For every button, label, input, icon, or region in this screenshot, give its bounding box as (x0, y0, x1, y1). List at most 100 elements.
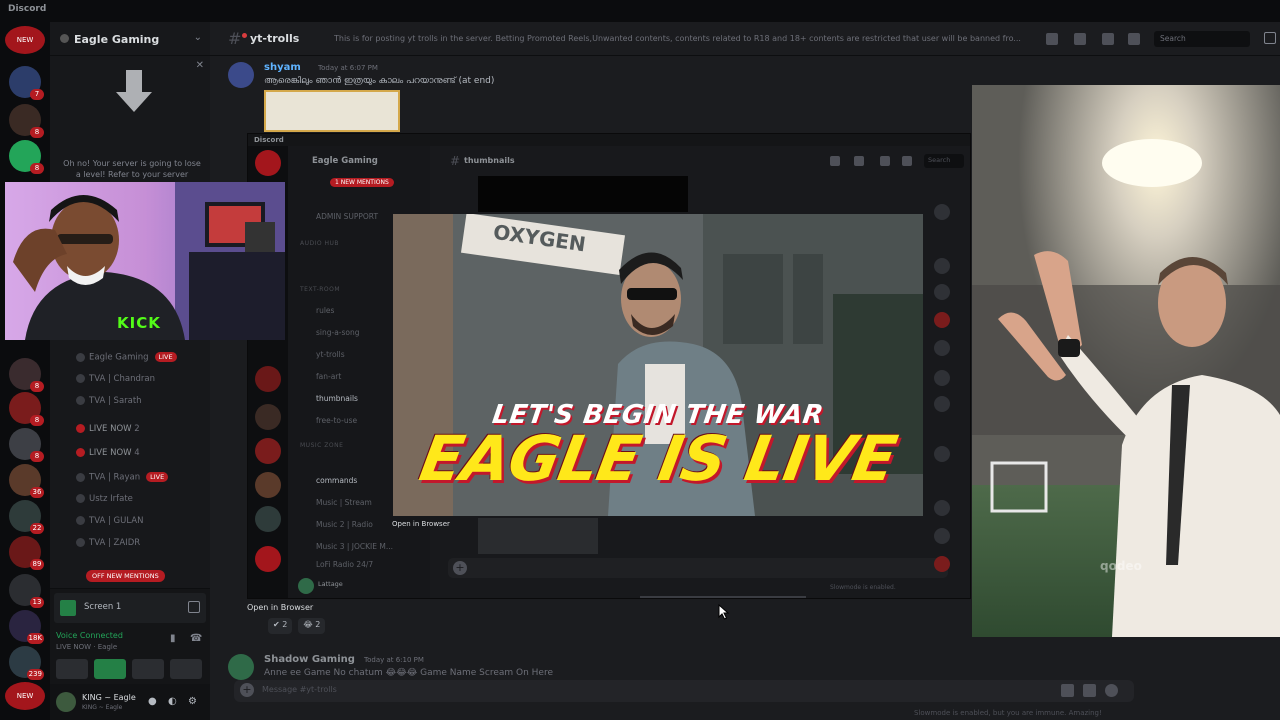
plus-icon[interactable]: + (453, 561, 467, 575)
server-header[interactable]: Eagle Gaming ⌄ (50, 22, 210, 56)
nested-section-header[interactable]: TEXT-ROOM (300, 286, 340, 293)
inbox-icon[interactable] (1264, 32, 1276, 44)
member-avatar[interactable] (934, 446, 950, 462)
server-icon[interactable] (255, 404, 281, 430)
search-input[interactable]: Search (924, 154, 964, 168)
server-icon[interactable]: 8 (9, 140, 44, 174)
member-avatar[interactable] (934, 258, 950, 274)
headphones-icon[interactable]: ◐ (168, 696, 177, 707)
soundboard-button[interactable] (170, 659, 202, 679)
open-in-browser-link[interactable]: Open in Browser (392, 520, 450, 528)
popout-icon[interactable] (188, 601, 200, 613)
disconnect-icon[interactable]: ☎ (190, 633, 202, 644)
server-icon[interactable]: 8 (9, 392, 44, 426)
video-button[interactable] (56, 659, 88, 679)
notification-icon[interactable] (1074, 33, 1086, 45)
emoji-icon[interactable] (1105, 684, 1118, 697)
server-icon[interactable] (255, 438, 281, 464)
members-icon[interactable] (902, 156, 912, 166)
message-author[interactable]: shyam (264, 62, 301, 73)
activity-button[interactable] (132, 659, 164, 679)
plus-icon[interactable]: + (240, 683, 254, 697)
screen-share-row[interactable]: Screen 1 (54, 593, 206, 623)
nested-channel-item[interactable]: Music | Stream (316, 498, 372, 507)
member-avatar[interactable] (934, 284, 950, 300)
avatar[interactable] (56, 692, 76, 712)
chevron-down-icon[interactable]: ⌄ (194, 32, 202, 43)
new-server-button[interactable]: NEW (5, 682, 45, 710)
nested-channel-item[interactable]: fan-art (316, 372, 341, 381)
thumbnail-preview[interactable] (478, 518, 598, 554)
channel-item[interactable]: TVA | GULAN (76, 516, 143, 526)
message-image[interactable] (478, 176, 688, 212)
new-server-button[interactable] (255, 150, 281, 176)
nested-channel-item[interactable]: sing-a-song (316, 328, 360, 337)
stream-thumbnail[interactable]: OXYGEN LET'S BEGIN THE WAR EAGLE IS LIVE (393, 214, 923, 516)
gif-icon[interactable] (1083, 684, 1096, 697)
channel-item[interactable]: TVA | ZAIDR (76, 538, 140, 548)
member-avatar[interactable] (934, 500, 950, 516)
nested-section-header[interactable]: MUSIC ZONE (300, 442, 343, 449)
member-avatar[interactable] (934, 370, 950, 386)
avatar[interactable] (298, 578, 314, 594)
server-icon[interactable]: 239 (9, 646, 44, 680)
member-avatar[interactable] (934, 204, 950, 220)
channel-item[interactable]: TVA | Rayan LIVE (76, 472, 169, 483)
reaction[interactable]: 😂 2 (298, 618, 326, 634)
search-input[interactable]: Search (1154, 31, 1250, 47)
server-icon[interactable]: 8 (9, 358, 44, 392)
close-icon[interactable]: ✕ (196, 60, 204, 71)
nested-channel-item[interactable]: ADMIN SUPPORT (316, 212, 378, 221)
channel-topic[interactable]: This is for posting yt trolls in the ser… (334, 34, 1034, 43)
channel-item[interactable]: Eagle Gaming LIVE (76, 352, 177, 363)
members-icon[interactable] (1128, 33, 1140, 45)
server-icon[interactable] (255, 472, 281, 498)
nested-channel-item[interactable]: free-to-use (316, 416, 357, 425)
nested-channel-item[interactable]: Music 3 | JOCKIE M... (316, 542, 393, 551)
new-mentions-pill[interactable]: OFF NEW MENTIONS (86, 570, 165, 582)
channel-item[interactable]: TVA | Chandran (76, 374, 155, 384)
channel-item[interactable]: TVA | Sarath (76, 396, 142, 406)
screen-share-button[interactable] (94, 659, 126, 679)
notification-icon[interactable] (854, 156, 864, 166)
nested-channel-item[interactable]: thumbnails (316, 394, 358, 403)
reaction[interactable]: ✔ 2 (268, 618, 293, 634)
nested-channel-item[interactable]: Music 2 | Radio (316, 520, 373, 529)
server-icon[interactable]: 89 (9, 536, 44, 570)
server-icon[interactable]: 13 (9, 574, 44, 608)
message-composer[interactable]: + (448, 558, 948, 578)
member-avatar[interactable] (934, 528, 950, 544)
server-icon[interactable] (255, 366, 281, 392)
gear-icon[interactable]: ⚙ (188, 696, 197, 707)
gift-icon[interactable] (1061, 684, 1074, 697)
server-icon[interactable]: 8 (9, 428, 44, 462)
server-icon[interactable]: 18K (9, 610, 44, 644)
message-author[interactable]: Shadow Gaming (264, 654, 355, 665)
server-icon[interactable]: 8 (9, 104, 44, 138)
pin-icon[interactable] (1102, 33, 1114, 45)
channel-item[interactable]: Ustz Irfate (76, 494, 133, 504)
nested-channel-item[interactable]: rules (316, 306, 334, 315)
open-in-browser-link[interactable]: Open in Browser (247, 603, 313, 612)
member-avatar[interactable] (934, 340, 950, 356)
nested-channel-item[interactable]: LoFi Radio 24/7 (316, 560, 373, 569)
new-server-button[interactable]: NEW (5, 26, 45, 54)
voice-channel-name[interactable]: LIVE NOW · Eagle (56, 643, 117, 651)
server-icon[interactable]: 7 (9, 66, 44, 100)
channel-item[interactable]: LIVE NOW 2 (76, 424, 140, 434)
avatar[interactable] (228, 654, 254, 680)
mic-icon[interactable]: ● (148, 696, 157, 707)
channel-item[interactable]: LIVE NOW 4 (76, 448, 140, 458)
server-icon[interactable] (255, 506, 281, 532)
avatar[interactable] (228, 62, 254, 88)
member-avatar[interactable] (934, 312, 950, 328)
threads-icon[interactable] (830, 156, 840, 166)
message-image[interactable] (264, 90, 400, 132)
nested-section-header[interactable]: AUDIO HUB (300, 240, 339, 247)
member-avatar[interactable] (934, 396, 950, 412)
nested-channel-item[interactable]: yt-trolls (316, 350, 345, 359)
threads-icon[interactable] (1046, 33, 1058, 45)
pin-icon[interactable] (880, 156, 890, 166)
nested-channel-item[interactable]: commands (316, 476, 357, 485)
new-mentions-pill[interactable]: 1 NEW MENTIONS (330, 178, 394, 187)
